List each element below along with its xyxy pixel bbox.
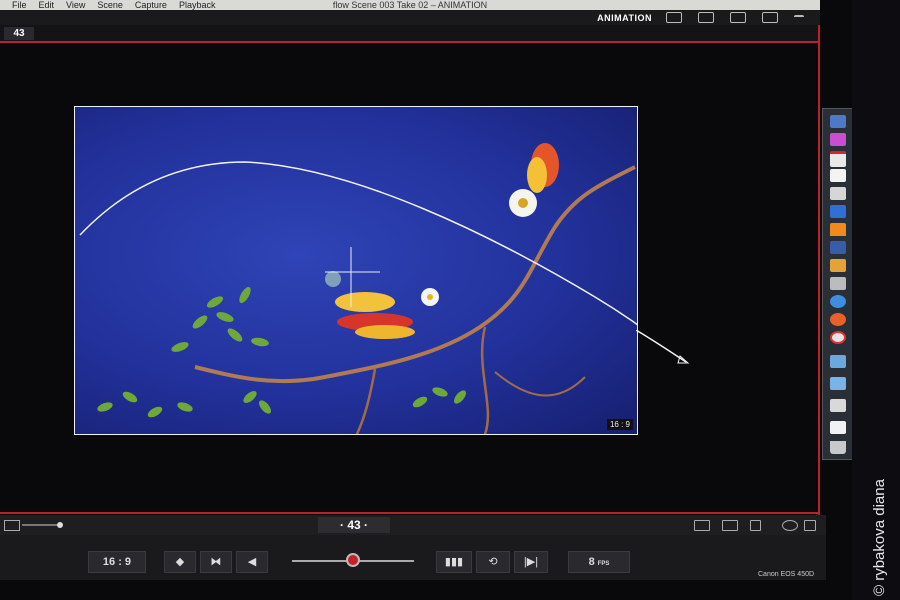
watermark-text: © rybakova diana <box>871 478 888 596</box>
timeline-bar: · 43 · <box>0 515 826 535</box>
sliders-icon[interactable] <box>762 12 778 23</box>
viewer-border-right <box>818 25 820 515</box>
live-view-image[interactable]: 16 : 9 <box>74 106 638 435</box>
aspect-ratio-badge: 16 : 9 <box>606 419 633 430</box>
photo-icon[interactable] <box>830 259 846 272</box>
aspect-ratio-selector[interactable]: 16 : 9 <box>88 551 146 573</box>
thumbnail-icon[interactable] <box>4 520 20 531</box>
folder-icon[interactable] <box>830 399 846 412</box>
fps-unit: FPS <box>597 561 610 567</box>
grid-icon[interactable] <box>722 520 738 531</box>
calendar-icon[interactable] <box>830 151 846 167</box>
mode-label[interactable]: ANIMATION <box>597 13 652 23</box>
arc-end-marker <box>636 330 690 364</box>
monitor-screen: File Edit View Scene Capture Playback fl… <box>0 0 900 600</box>
vlc-icon[interactable] <box>830 223 846 236</box>
window-title: flow Scene 003 Take 02 – ANIMATION <box>332 0 488 10</box>
fps-value: 8 <box>588 556 595 568</box>
frame-counter: 43 <box>4 27 34 40</box>
app-dock <box>822 108 854 460</box>
twig <box>355 368 377 434</box>
monitor-icon[interactable] <box>666 12 682 23</box>
image-icon[interactable] <box>730 12 746 23</box>
loop-frame-button[interactable]: ⧓ <box>200 551 232 573</box>
trash-icon[interactable] <box>830 441 846 454</box>
firefox-icon[interactable] <box>830 313 846 326</box>
flower-bird <box>325 271 439 339</box>
text-icon[interactable] <box>830 169 846 182</box>
motion-path <box>79 143 637 434</box>
speaker-icon[interactable] <box>804 520 816 531</box>
playback-controls: 16 : 9 ◆ ⧓ ◀ ▮▮▮ ⟲ |▶| 8 FPS <box>0 535 826 580</box>
zoom-track[interactable] <box>22 524 60 526</box>
filmstrip-icon[interactable] <box>694 520 710 531</box>
chat-icon[interactable] <box>830 277 846 290</box>
branch <box>194 165 636 384</box>
preview-icon[interactable] <box>830 115 846 128</box>
folder-icon[interactable] <box>830 355 846 368</box>
aftereffects-icon[interactable] <box>830 241 846 254</box>
dropdown-icon[interactable] <box>794 15 804 20</box>
play-to-end-button[interactable]: |▶| <box>514 551 548 573</box>
aspect-ratio-value: 16 : 9 <box>102 556 132 568</box>
folder-icon[interactable] <box>830 377 846 390</box>
loop-button[interactable]: ⟲ <box>476 551 510 573</box>
camera-model-label: Canon EOS 450D <box>758 571 815 578</box>
premiere-icon[interactable] <box>830 133 846 146</box>
frame-step-button[interactable]: ▮▮▮ <box>436 551 472 573</box>
flower-top <box>509 143 559 217</box>
calculator-icon[interactable] <box>750 520 761 531</box>
play-reverse-button[interactable]: ◀ <box>236 551 268 573</box>
frame-strip: 43 <box>0 25 820 43</box>
leaves-left <box>97 286 466 418</box>
zoom-knob[interactable] <box>57 522 63 528</box>
fps-selector[interactable]: 8 FPS <box>568 551 630 573</box>
camera-icon[interactable] <box>698 12 714 23</box>
twig <box>480 326 490 434</box>
speech-icon[interactable] <box>782 520 798 531</box>
onion-skin-button[interactable]: ◆ <box>164 551 196 573</box>
frame-indicator: · 43 · <box>318 517 390 533</box>
viewer-border-bottom <box>0 512 820 514</box>
browser-icon[interactable] <box>830 295 846 308</box>
playback-slider-knob[interactable] <box>346 553 360 567</box>
watermark: © rybakova diana <box>871 478 888 596</box>
chrome-icon[interactable] <box>830 331 846 344</box>
twig <box>494 371 586 397</box>
illustrator-icon[interactable] <box>830 187 846 200</box>
top-toolbar: ANIMATION <box>0 10 820 25</box>
document-icon[interactable] <box>830 421 846 434</box>
photoshop-icon[interactable] <box>830 205 846 218</box>
arc-tail <box>636 330 687 363</box>
